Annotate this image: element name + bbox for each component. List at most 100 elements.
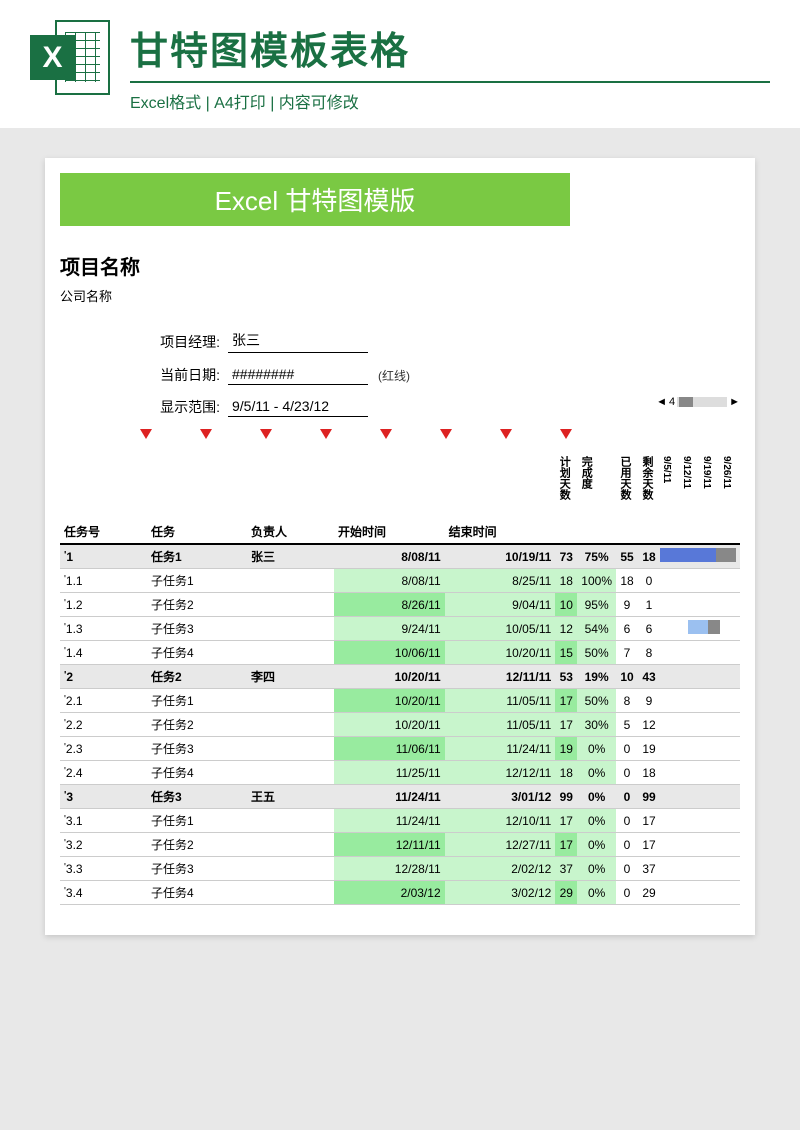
cell-used: 55 <box>616 544 638 569</box>
cell-start: 11/25/11 <box>334 761 445 785</box>
cell-progress: 0% <box>577 833 616 857</box>
cell-progress: 30% <box>577 713 616 737</box>
range-value[interactable]: 9/5/11 - 4/23/12 <box>228 398 368 417</box>
cell-gantt-bar <box>660 761 740 785</box>
manager-label: 项目经理: <box>140 332 220 352</box>
col-date-2: 9/19/11 <box>700 454 720 544</box>
col-used-days: 已用天数 <box>616 454 638 544</box>
date-value[interactable]: ######## <box>228 366 368 385</box>
cell-plan: 17 <box>555 689 577 713</box>
cell-task-no: '1 <box>60 544 147 569</box>
table-row[interactable]: '3.4 子任务4 2/03/12 3/02/12 29 0% 0 29 <box>60 881 740 905</box>
project-name-label: 项目名称 <box>60 251 740 280</box>
cell-end: 3/02/12 <box>445 881 556 905</box>
excel-x-badge: X <box>30 35 75 80</box>
table-row[interactable]: '1 任务1 张三 8/08/11 10/19/11 73 75% 55 18 <box>60 544 740 569</box>
cell-task-no: '3.2 <box>60 833 147 857</box>
cell-gantt-bar <box>660 665 740 689</box>
table-row[interactable]: '1.3 子任务3 9/24/11 10/05/11 12 54% 6 6 <box>60 617 740 641</box>
table-row[interactable]: '2.2 子任务2 10/20/11 11/05/11 17 30% 5 12 <box>60 713 740 737</box>
cell-remain: 0 <box>638 569 660 593</box>
table-row[interactable]: '2.1 子任务1 10/20/11 11/05/11 17 50% 8 9 <box>60 689 740 713</box>
cell-start: 10/20/11 <box>334 689 445 713</box>
cell-remain: 19 <box>638 737 660 761</box>
cell-end: 12/10/11 <box>445 809 556 833</box>
range-label: 显示范围: <box>140 397 220 417</box>
cell-plan: 99 <box>555 785 577 809</box>
cell-progress: 19% <box>577 665 616 689</box>
table-row[interactable]: '2 任务2 李四 10/20/11 12/11/11 53 19% 10 43 <box>60 665 740 689</box>
cell-end: 10/20/11 <box>445 641 556 665</box>
cell-gantt-bar <box>660 544 740 569</box>
cell-gantt-bar <box>660 737 740 761</box>
cell-task-no: '3.3 <box>60 857 147 881</box>
excel-icon: X <box>30 20 110 100</box>
scroll-indicator[interactable]: ◄ 4 ► <box>656 396 740 408</box>
scroll-right-icon[interactable]: ► <box>729 396 740 408</box>
col-date-0: 9/5/11 <box>660 454 680 544</box>
cell-owner <box>247 569 334 593</box>
cell-progress: 0% <box>577 785 616 809</box>
table-row[interactable]: '3.2 子任务2 12/11/11 12/27/11 17 0% 0 17 <box>60 833 740 857</box>
cell-owner <box>247 593 334 617</box>
scroll-num: 4 <box>669 396 675 408</box>
cell-task: 子任务2 <box>147 593 247 617</box>
scroll-track[interactable] <box>677 397 727 407</box>
current-date-row: 当前日期: ######## (红线) <box>140 365 740 385</box>
cell-used: 0 <box>616 881 638 905</box>
table-row[interactable]: '1.4 子任务4 10/06/11 10/20/11 15 50% 7 8 <box>60 641 740 665</box>
cell-remain: 8 <box>638 641 660 665</box>
table-row[interactable]: '1.2 子任务2 8/26/11 9/04/11 10 95% 9 1 <box>60 593 740 617</box>
cell-start: 10/20/11 <box>334 665 445 689</box>
cell-task-no: '1.4 <box>60 641 147 665</box>
cell-owner: 张三 <box>247 544 334 569</box>
cell-used: 18 <box>616 569 638 593</box>
cell-start: 11/06/11 <box>334 737 445 761</box>
cell-plan: 17 <box>555 833 577 857</box>
cell-task-no: '2.1 <box>60 689 147 713</box>
cell-used: 7 <box>616 641 638 665</box>
cell-plan: 37 <box>555 857 577 881</box>
cell-used: 6 <box>616 617 638 641</box>
cell-progress: 0% <box>577 761 616 785</box>
cell-remain: 18 <box>638 761 660 785</box>
cell-gantt-bar <box>660 569 740 593</box>
cell-task-no: '1.2 <box>60 593 147 617</box>
cell-plan: 19 <box>555 737 577 761</box>
cell-owner <box>247 737 334 761</box>
cell-start: 10/20/11 <box>334 713 445 737</box>
cell-task-no: '2.3 <box>60 737 147 761</box>
cell-plan: 73 <box>555 544 577 569</box>
cell-end: 2/02/12 <box>445 857 556 881</box>
cell-task-no: '1.3 <box>60 617 147 641</box>
table-row[interactable]: '3.1 子任务1 11/24/11 12/10/11 17 0% 0 17 <box>60 809 740 833</box>
cell-used: 0 <box>616 761 638 785</box>
cell-remain: 29 <box>638 881 660 905</box>
cell-used: 10 <box>616 665 638 689</box>
cell-task-no: '2.2 <box>60 713 147 737</box>
cell-progress: 54% <box>577 617 616 641</box>
cell-end: 11/05/11 <box>445 713 556 737</box>
cell-end: 3/01/12 <box>445 785 556 809</box>
cell-plan: 17 <box>555 809 577 833</box>
cell-start: 10/06/11 <box>334 641 445 665</box>
cell-used: 5 <box>616 713 638 737</box>
cell-end: 10/05/11 <box>445 617 556 641</box>
cell-used: 0 <box>616 737 638 761</box>
manager-value[interactable]: 张三 <box>228 330 368 353</box>
col-plan-days: 计划天数 <box>555 454 577 544</box>
cell-used: 0 <box>616 833 638 857</box>
table-row[interactable]: '3 任务3 王五 11/24/11 3/01/12 99 0% 0 99 <box>60 785 740 809</box>
cell-end: 10/19/11 <box>445 544 556 569</box>
table-row[interactable]: '1.1 子任务1 8/08/11 8/25/11 18 100% 18 0 <box>60 569 740 593</box>
cell-progress: 100% <box>577 569 616 593</box>
cell-start: 9/24/11 <box>334 617 445 641</box>
cell-task: 任务3 <box>147 785 247 809</box>
table-row[interactable]: '2.3 子任务3 11/06/11 11/24/11 19 0% 0 19 <box>60 737 740 761</box>
scroll-left-icon[interactable]: ◄ <box>656 396 667 408</box>
cell-owner <box>247 809 334 833</box>
col-date-3: 9/26/11 <box>720 454 740 544</box>
cell-task-no: '2 <box>60 665 147 689</box>
table-row[interactable]: '3.3 子任务3 12/28/11 2/02/12 37 0% 0 37 <box>60 857 740 881</box>
table-row[interactable]: '2.4 子任务4 11/25/11 12/12/11 18 0% 0 18 <box>60 761 740 785</box>
